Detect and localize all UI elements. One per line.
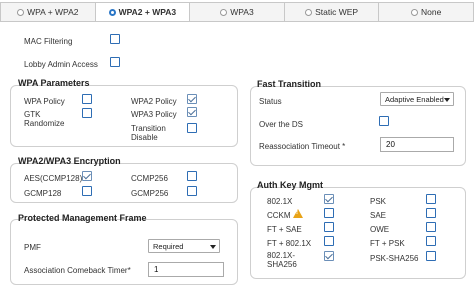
radio-selected-icon [108, 8, 116, 16]
ft-status-label: Status [259, 97, 282, 106]
auth-key-mgmt-title: Auth Key Mgmt [257, 180, 323, 190]
akm-psk-checkbox[interactable] [426, 194, 436, 204]
akm-ft-sae-label: FT + SAE [267, 225, 302, 234]
pmf-select[interactable]: Required [148, 239, 220, 253]
chevron-down-icon [210, 245, 216, 249]
pmf-label: PMF [24, 243, 41, 252]
ft-status-value: Adaptive Enabled [385, 95, 444, 104]
disable-label: Disable [131, 133, 158, 142]
fast-transition-title: Fast Transition [257, 79, 322, 89]
akm-8021x-checkbox[interactable] [324, 194, 334, 204]
aes-ccmp128-label: AES(CCMP128) [24, 174, 83, 183]
lobby-admin-access-label: Lobby Admin Access [24, 60, 98, 69]
ccmp256-label: CCMP256 [131, 174, 168, 183]
akm-cckm-checkbox[interactable] [324, 208, 334, 218]
ft-status-select[interactable]: Adaptive Enabled [380, 92, 454, 106]
transition-label: Transition [131, 124, 166, 133]
over-the-ds-label: Over the DS [259, 120, 304, 129]
tab-label: WPA2 + WPA3 [118, 7, 177, 17]
tab-wpa3[interactable]: WPA3 [189, 2, 284, 22]
akm-8021x-label: 802.1X [267, 197, 293, 206]
tab-wpa-wpa2[interactable]: WPA + WPA2 [0, 2, 95, 22]
reassociation-timeout-label: Reassociation Timeout * [259, 142, 346, 151]
comeback-timer-label: Association Comeback Timer* [24, 266, 131, 275]
pmf-select-value: Required [153, 242, 184, 251]
ccmp256-checkbox[interactable] [187, 171, 197, 181]
akm-sae-label: SAE [370, 211, 387, 220]
akm-sae-checkbox[interactable] [426, 208, 436, 218]
akm-owe-label: OWE [370, 225, 390, 234]
encryption-title: WPA2/WPA3 Encryption [18, 156, 121, 166]
akm-psk-label: PSK [370, 197, 387, 206]
tab-label: WPA + WPA2 [27, 7, 79, 17]
radio-icon [220, 8, 228, 16]
gcmp128-label: GCMP128 [24, 189, 62, 198]
radio-icon [305, 8, 313, 16]
tab-label: None [421, 7, 442, 17]
gcmp128-checkbox[interactable] [82, 186, 92, 196]
randomize-label: Randomize [24, 119, 65, 128]
akm-8021x-sha256-label-line1: 802.1X- [267, 251, 296, 260]
akm-8021x-sha256-label-line2: SHA256 [267, 260, 297, 269]
tab-none[interactable]: None [378, 2, 474, 22]
lobby-admin-access-checkbox[interactable] [110, 57, 120, 67]
transition-disable-checkbox[interactable] [187, 123, 197, 133]
akm-psk-sha256-checkbox[interactable] [426, 251, 436, 261]
chevron-down-icon [444, 98, 450, 102]
tab-static-wep[interactable]: Static WEP [283, 2, 379, 22]
tab-label: Static WEP [315, 7, 359, 17]
wpa-policy-label: WPA Policy [24, 97, 65, 106]
akm-ft-sae-checkbox[interactable] [324, 222, 334, 232]
tab-wpa2-wpa3[interactable]: WPA2 + WPA3 [94, 2, 190, 22]
wpa3-policy-checkbox[interactable] [187, 107, 197, 117]
gcmp256-checkbox[interactable] [187, 186, 197, 196]
akm-cckm-label: CCKM [267, 211, 291, 220]
radio-icon [17, 8, 25, 16]
pmf-title: Protected Management Frame [18, 213, 147, 223]
wpa2-policy-checkbox[interactable] [187, 94, 197, 104]
wpa-parameters-title: WPA Parameters [18, 78, 90, 88]
akm-8021x-sha256-checkbox[interactable] [324, 251, 334, 261]
akm-ft-psk-label: FT + PSK [370, 239, 405, 248]
radio-icon [411, 8, 418, 16]
mac-filtering-checkbox[interactable] [110, 34, 120, 44]
warning-icon: ! [293, 209, 303, 218]
security-mode-tabs: WPA + WPA2 WPA2 + WPA3 WPA3 Static WEP N… [0, 2, 474, 22]
over-the-ds-checkbox[interactable] [379, 116, 389, 126]
gcmp256-label: GCMP256 [131, 189, 169, 198]
aes-ccmp128-checkbox[interactable] [82, 171, 92, 181]
akm-owe-checkbox[interactable] [426, 222, 436, 232]
akm-ft-8021x-checkbox[interactable] [324, 236, 334, 246]
akm-ft-psk-checkbox[interactable] [426, 236, 436, 246]
wpa3-policy-label: WPA3 Policy [131, 110, 177, 119]
wpa-parameters-section [10, 85, 238, 147]
mac-filtering-label: MAC Filtering [24, 37, 73, 46]
tab-label: WPA3 [230, 7, 254, 17]
reassociation-timeout-input[interactable]: 20 [380, 137, 454, 152]
comeback-timer-input[interactable]: 1 [148, 262, 224, 277]
akm-ft-8021x-label: FT + 802.1X [267, 239, 312, 248]
wpa2-policy-label: WPA2 Policy [131, 97, 177, 106]
wpa-policy-checkbox[interactable] [82, 94, 92, 104]
gtk-label: GTK [24, 110, 41, 119]
gtk-randomize-checkbox[interactable] [82, 108, 92, 118]
akm-psk-sha256-label: PSK-SHA256 [370, 254, 419, 263]
